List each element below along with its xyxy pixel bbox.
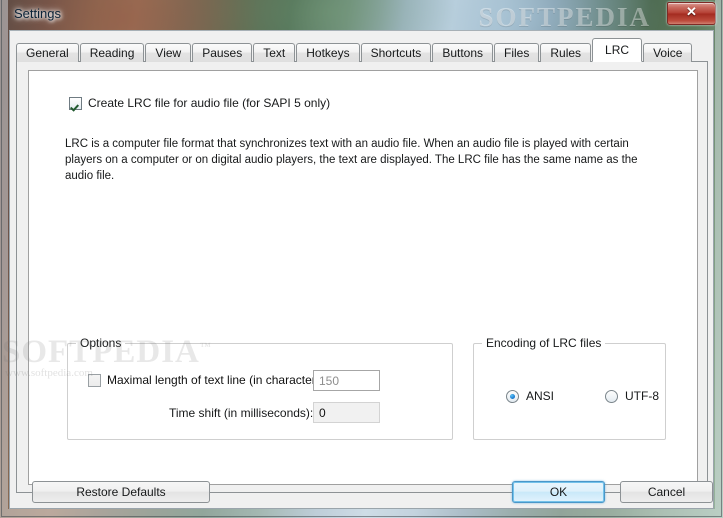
tab-voice[interactable]: Voice	[643, 43, 693, 62]
softpedia-titlebar-watermark: SOFTPEDIA	[478, 2, 651, 32]
cancel-button[interactable]: Cancel	[620, 481, 713, 503]
radio-utf8[interactable]	[605, 389, 618, 403]
tab-reading[interactable]: Reading	[79, 43, 145, 62]
title-bar[interactable]: SOFTPEDIA Settings ✕	[0, 0, 723, 32]
encoding-option-ansi[interactable]: ANSI	[506, 389, 554, 403]
tab-buttons[interactable]: Buttons	[432, 43, 494, 62]
max-length-label: Maximal length of text line (in characte…	[107, 373, 330, 387]
radio-ansi[interactable]	[506, 389, 519, 403]
ok-button[interactable]: OK	[512, 481, 605, 503]
tab-hotkeys[interactable]: Hotkeys	[296, 43, 360, 62]
tab-files[interactable]: Files	[494, 43, 540, 62]
radio-ansi-label: ANSI	[526, 389, 555, 403]
time-shift-label: Time shift (in milliseconds):	[169, 406, 314, 420]
tab-general[interactable]: General	[16, 43, 79, 62]
dialog-client-area: General Reading View Pauses Text Hotkeys…	[9, 30, 714, 509]
close-button[interactable]: ✕	[667, 2, 716, 25]
options-group-title: Options	[76, 336, 126, 350]
tab-view[interactable]: View	[145, 43, 192, 62]
create-lrc-label: Create LRC file for audio file (for SAPI…	[88, 96, 331, 110]
create-lrc-checkbox[interactable]	[69, 96, 82, 110]
lrc-description-text: LRC is a computer file format that synch…	[65, 138, 638, 182]
settings-window: SOFTPEDIA Settings ✕ General Reading Vie…	[0, 0, 723, 518]
tab-rules[interactable]: Rules	[540, 43, 592, 62]
restore-defaults-label: Restore Defaults	[76, 485, 166, 499]
tab-lrc[interactable]: LRC	[592, 38, 643, 62]
max-length-input[interactable]: 150	[313, 370, 380, 391]
radio-utf8-label: UTF-8	[625, 389, 659, 403]
close-icon: ✕	[686, 4, 697, 19]
max-length-checkbox[interactable]	[88, 373, 101, 387]
time-shift-input[interactable]: 0	[313, 402, 380, 423]
lrc-settings-panel: Create LRC file for audio file (for SAPI…	[28, 70, 698, 485]
restore-defaults-button[interactable]: Restore Defaults	[32, 481, 210, 503]
tab-shortcuts[interactable]: Shortcuts	[360, 43, 432, 62]
ok-label: OK	[549, 485, 568, 499]
cancel-label: Cancel	[647, 485, 686, 499]
create-lrc-checkbox-row[interactable]: Create LRC file for audio file (for SAPI…	[69, 96, 330, 110]
window-title: Settings	[14, 6, 61, 21]
options-group-box: Options Maximal length of text line (in …	[67, 336, 453, 440]
encoding-group-title: Encoding of LRC files	[482, 336, 606, 350]
tab-page-lrc: Create LRC file for audio file (for SAPI…	[16, 61, 708, 493]
tab-pauses[interactable]: Pauses	[192, 43, 253, 62]
max-length-checkbox-row[interactable]: Maximal length of text line (in characte…	[88, 373, 329, 387]
settings-tab-strip: General Reading View Pauses Text Hotkeys…	[16, 38, 693, 62]
encoding-group-box: Encoding of LRC files ANSI UTF-8	[473, 336, 666, 440]
encoding-option-utf8[interactable]: UTF-8	[605, 389, 659, 403]
tab-text[interactable]: Text	[253, 43, 296, 62]
